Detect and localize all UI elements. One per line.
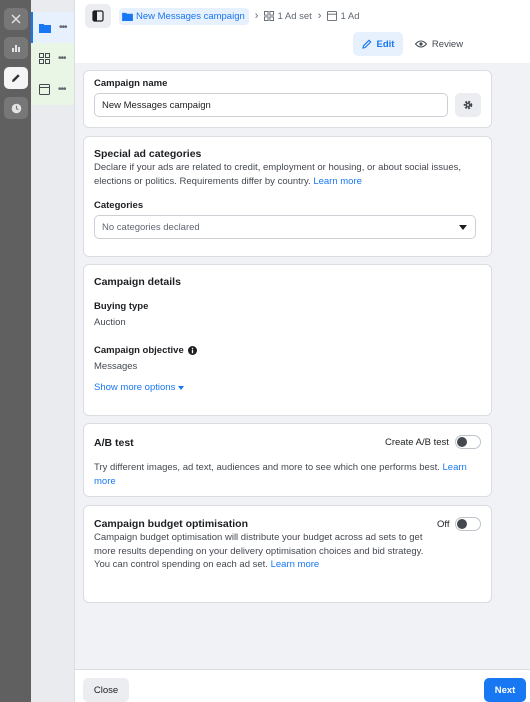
more-options-icon[interactable]: ••• bbox=[59, 22, 67, 33]
show-more-options-link[interactable]: Show more options bbox=[94, 382, 185, 393]
caret-down-icon bbox=[459, 225, 467, 230]
breadcrumb: New Messages campaign › 1 Ad set › 1 Ad bbox=[119, 6, 360, 26]
caret-down-icon bbox=[178, 385, 185, 390]
review-mode-button[interactable]: Review bbox=[411, 32, 467, 56]
breadcrumb-ad-set[interactable]: 1 Ad set bbox=[264, 10, 312, 22]
budget-optimisation-card: Campaign budget optimisation Off Campaig… bbox=[83, 505, 492, 603]
categories-placeholder: No categories declared bbox=[102, 221, 200, 233]
campaign-objective-value: Messages bbox=[94, 361, 138, 372]
eye-icon bbox=[414, 40, 427, 48]
ab-test-description: Try different images, ad text, audiences… bbox=[94, 461, 479, 488]
tree-item-ad[interactable]: ••• bbox=[31, 74, 74, 105]
budget-toggle-state: Off bbox=[437, 519, 450, 530]
next-button[interactable]: Next bbox=[484, 678, 526, 702]
pencil-icon bbox=[361, 39, 371, 49]
buying-type-label: Buying type bbox=[94, 301, 149, 312]
learn-more-link[interactable]: Learn more bbox=[271, 559, 320, 570]
close-icon[interactable] bbox=[4, 8, 28, 30]
breadcrumb-label: 1 Ad set bbox=[277, 10, 312, 22]
footer-bar: Close Next bbox=[75, 669, 530, 702]
review-label: Review bbox=[431, 38, 464, 50]
breadcrumb-label: 1 Ad bbox=[340, 10, 360, 22]
campaign-name-value: New Messages campaign bbox=[102, 99, 211, 111]
chevron-right-icon: › bbox=[317, 10, 322, 22]
budget-optimisation-toggle[interactable] bbox=[455, 517, 481, 531]
campaign-objective-label: Campaign objective bbox=[94, 345, 184, 356]
special-ad-description: Declare if your ads are related to credi… bbox=[94, 161, 479, 188]
breadcrumb-ad[interactable]: 1 Ad bbox=[327, 10, 360, 22]
left-rail bbox=[0, 0, 31, 702]
create-ab-test-label: Create A/B test bbox=[385, 437, 449, 448]
learn-more-link[interactable]: Learn more bbox=[313, 176, 362, 187]
ad-icon bbox=[39, 84, 50, 95]
special-ad-description-text: Declare if your ads are related to credi… bbox=[94, 162, 461, 187]
ab-test-title: A/B test bbox=[94, 437, 134, 449]
tree-item-ad-set[interactable]: ••• bbox=[31, 43, 74, 74]
edit-label: Edit bbox=[376, 38, 395, 50]
special-ad-title: Special ad categories bbox=[94, 148, 202, 160]
breadcrumb-label: New Messages campaign bbox=[136, 10, 245, 22]
more-options-icon[interactable]: ••• bbox=[58, 53, 66, 64]
ab-test-toggle[interactable] bbox=[455, 435, 481, 449]
top-bar: New Messages campaign › 1 Ad set › 1 Ad … bbox=[75, 0, 530, 63]
grid-icon bbox=[39, 53, 50, 64]
buying-type-value: Auction bbox=[94, 317, 126, 328]
sidebar-toggle-icon[interactable] bbox=[85, 4, 111, 28]
budget-description-text: Campaign budget optimisation will distri… bbox=[94, 532, 424, 570]
campaign-objective-label-row: Campaign objective bbox=[94, 345, 197, 356]
pencil-icon[interactable] bbox=[4, 67, 28, 89]
folder-icon bbox=[39, 23, 51, 33]
campaign-details-card: Campaign details Buying type Auction Cam… bbox=[83, 264, 492, 416]
ab-test-card: A/B test Create A/B test Try different i… bbox=[83, 423, 492, 497]
campaign-tree: ••• ••• ••• bbox=[31, 0, 74, 702]
grid-icon bbox=[264, 11, 275, 21]
categories-select[interactable]: No categories declared bbox=[94, 215, 476, 239]
folder-icon bbox=[122, 12, 133, 21]
campaign-name-label: Campaign name bbox=[94, 78, 168, 89]
budget-optimisation-title: Campaign budget optimisation bbox=[94, 518, 248, 530]
chevron-right-icon: › bbox=[254, 10, 259, 22]
campaign-name-card: Campaign name New Messages campaign bbox=[83, 70, 492, 128]
categories-label: Categories bbox=[94, 200, 144, 211]
gear-icon[interactable] bbox=[455, 93, 481, 117]
ab-test-description-text: Try different images, ad text, audiences… bbox=[94, 462, 440, 473]
breadcrumb-campaign[interactable]: New Messages campaign bbox=[119, 7, 249, 25]
more-options-icon[interactable]: ••• bbox=[58, 84, 66, 95]
edit-mode-button[interactable]: Edit bbox=[353, 32, 403, 56]
close-button[interactable]: Close bbox=[83, 678, 129, 702]
editor-panel: New Messages campaign › 1 Ad set › 1 Ad … bbox=[74, 0, 530, 702]
campaign-name-input[interactable]: New Messages campaign bbox=[94, 93, 448, 117]
clock-icon[interactable] bbox=[4, 97, 28, 119]
tree-item-campaign[interactable]: ••• bbox=[31, 12, 74, 43]
chart-icon[interactable] bbox=[4, 37, 28, 59]
special-ad-categories-card: Special ad categories Declare if your ad… bbox=[83, 136, 492, 257]
budget-optimisation-description: Campaign budget optimisation will distri… bbox=[94, 531, 439, 572]
campaign-details-title: Campaign details bbox=[94, 276, 181, 288]
ad-icon bbox=[327, 11, 338, 21]
show-more-options-label: Show more options bbox=[94, 382, 176, 393]
info-icon[interactable] bbox=[187, 346, 197, 355]
